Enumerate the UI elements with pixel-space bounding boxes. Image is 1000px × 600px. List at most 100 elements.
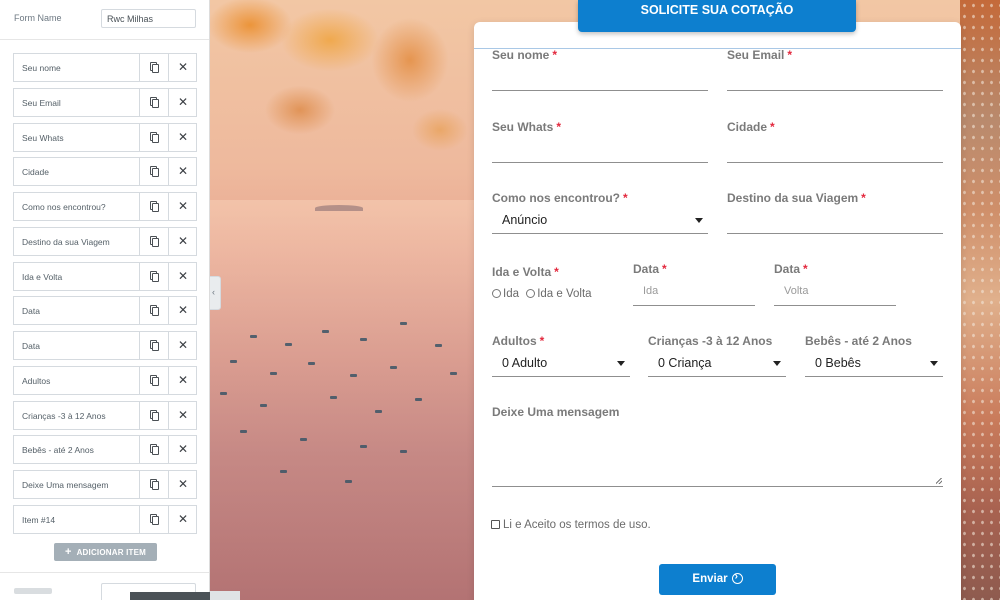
remove-button[interactable]: ✕	[168, 123, 196, 151]
remove-button[interactable]: ✕	[168, 227, 196, 255]
date-return-label-text: Data	[774, 262, 801, 276]
city-label: Cidade *	[727, 120, 775, 134]
radio-ida-label[interactable]: Ida	[503, 288, 519, 300]
duplicate-button[interactable]	[139, 54, 168, 81]
radio-ida-volta[interactable]	[526, 289, 536, 298]
duplicate-icon	[150, 409, 159, 421]
duplicate-button[interactable]	[139, 262, 168, 290]
form-item[interactable]: Seu Email ✕	[13, 87, 197, 117]
radio-ida-volta-label[interactable]: Ida e Volta	[537, 288, 591, 300]
resize-handle-icon[interactable]	[936, 478, 942, 484]
chevron-left-icon: ‹	[212, 287, 215, 297]
city-input[interactable]	[727, 162, 943, 163]
babies-select[interactable]	[805, 376, 943, 377]
form-item-label: Adultos	[22, 375, 51, 386]
form-item[interactable]: Como nos encontrou? ✕	[13, 192, 197, 221]
close-icon: ✕	[177, 372, 189, 387]
form-item[interactable]: Crianças -3 à 12 Anos ✕	[13, 400, 197, 430]
town-houses-decoration	[960, 0, 1000, 600]
remove-button[interactable]: ✕	[168, 193, 196, 220]
destination-input[interactable]	[727, 233, 943, 234]
chevron-down-icon	[695, 218, 703, 223]
destination-label-text: Destino da sua Viagem	[727, 191, 859, 205]
form-items-list: Seu nome ✕ Seu Email ✕ Seu Whats ✕ Cidade ✕ …	[13, 53, 197, 540]
duplicate-button[interactable]	[139, 297, 168, 325]
email-input[interactable]	[727, 90, 943, 91]
babies-label-text: Bebês - até 2 Anos	[805, 334, 912, 348]
remove-button[interactable]: ✕	[168, 436, 196, 464]
close-icon: ✕	[177, 303, 189, 318]
found-us-select-value[interactable]: Anúncio	[502, 213, 547, 227]
form-item-label: Seu Email	[22, 97, 61, 108]
form-item[interactable]: Item #14 ✕	[13, 504, 197, 534]
date-return-input[interactable]	[774, 305, 896, 306]
required-mark: *	[770, 120, 775, 134]
add-item-button[interactable]: + ADICIONAR ITEM	[54, 543, 157, 561]
name-input[interactable]	[492, 90, 708, 91]
form-item[interactable]: Adultos ✕	[13, 365, 197, 395]
form-name-input[interactable]	[101, 9, 196, 28]
babies-select-value[interactable]: 0 Bebês	[815, 356, 861, 370]
message-textarea[interactable]	[492, 437, 943, 487]
panel-collapse-handle[interactable]: ‹	[210, 276, 221, 310]
form-item[interactable]: Seu Whats ✕	[13, 122, 197, 152]
duplicate-button[interactable]	[139, 471, 168, 498]
duplicate-button[interactable]	[139, 332, 168, 359]
remove-button[interactable]: ✕	[168, 505, 196, 533]
form-item[interactable]: Cidade ✕	[13, 157, 197, 187]
close-icon: ✕	[177, 511, 189, 526]
required-mark: *	[552, 48, 558, 62]
duplicate-button[interactable]	[139, 158, 168, 186]
round-trip-radio-group: Ida Ida e Volta	[492, 288, 596, 300]
form-item[interactable]: Data ✕	[13, 331, 197, 360]
remove-button[interactable]: ✕	[168, 158, 196, 186]
duplicate-button[interactable]	[139, 401, 168, 429]
required-mark: *	[556, 120, 562, 134]
whats-input[interactable]	[492, 162, 708, 163]
duplicate-button[interactable]	[139, 88, 168, 116]
close-icon: ✕	[177, 233, 189, 248]
close-icon: ✕	[177, 164, 189, 179]
remove-button[interactable]: ✕	[168, 88, 196, 116]
form-item[interactable]: Ida e Volta ✕	[13, 261, 197, 291]
close-icon: ✕	[177, 268, 189, 283]
duplicate-button[interactable]	[139, 505, 168, 533]
duplicate-button[interactable]	[139, 436, 168, 464]
remove-button[interactable]: ✕	[168, 54, 196, 81]
date-return-placeholder[interactable]: Volta	[784, 285, 808, 297]
adults-select[interactable]	[492, 376, 630, 377]
form-item-label: Data	[22, 341, 40, 351]
date-out-placeholder[interactable]: Ida	[643, 285, 658, 297]
required-mark: *	[861, 191, 866, 205]
duplicate-button[interactable]	[139, 123, 168, 151]
remove-button[interactable]: ✕	[168, 471, 196, 498]
date-out-input[interactable]	[633, 305, 755, 306]
chevron-down-icon	[617, 361, 625, 366]
terms-checkbox[interactable]	[491, 520, 500, 529]
remove-button[interactable]: ✕	[168, 262, 196, 290]
found-us-select[interactable]	[492, 233, 708, 234]
duplicate-button[interactable]	[139, 366, 168, 394]
form-item[interactable]: Data ✕	[13, 296, 197, 326]
form-item[interactable]: Seu nome ✕	[13, 53, 197, 82]
remove-button[interactable]: ✕	[168, 366, 196, 394]
form-item[interactable]: Deixe Uma mensagem ✕	[13, 470, 197, 499]
remove-button[interactable]: ✕	[168, 332, 196, 359]
duplicate-button[interactable]	[139, 227, 168, 255]
adults-select-value[interactable]: 0 Adulto	[502, 356, 547, 370]
close-icon: ✕	[177, 407, 189, 422]
form-item[interactable]: Destino da sua Viagem ✕	[13, 226, 197, 256]
children-select[interactable]	[648, 376, 786, 377]
whats-label-text: Seu Whats	[492, 120, 554, 134]
whats-label: Seu Whats *	[492, 120, 561, 134]
children-select-value[interactable]: 0 Criança	[658, 356, 712, 370]
terms-label[interactable]: Li e Aceito os termos de uso.	[503, 519, 651, 531]
remove-button[interactable]: ✕	[168, 401, 196, 429]
submit-button[interactable]: Enviar	[659, 564, 776, 595]
form-name-label: Form Name	[14, 13, 62, 23]
duplicate-button[interactable]	[139, 193, 168, 220]
remove-button[interactable]: ✕	[168, 297, 196, 325]
form-item[interactable]: Bebês - até 2 Anos ✕	[13, 435, 197, 465]
form-item-label: Item #14	[22, 514, 56, 525]
radio-ida[interactable]	[492, 289, 501, 298]
